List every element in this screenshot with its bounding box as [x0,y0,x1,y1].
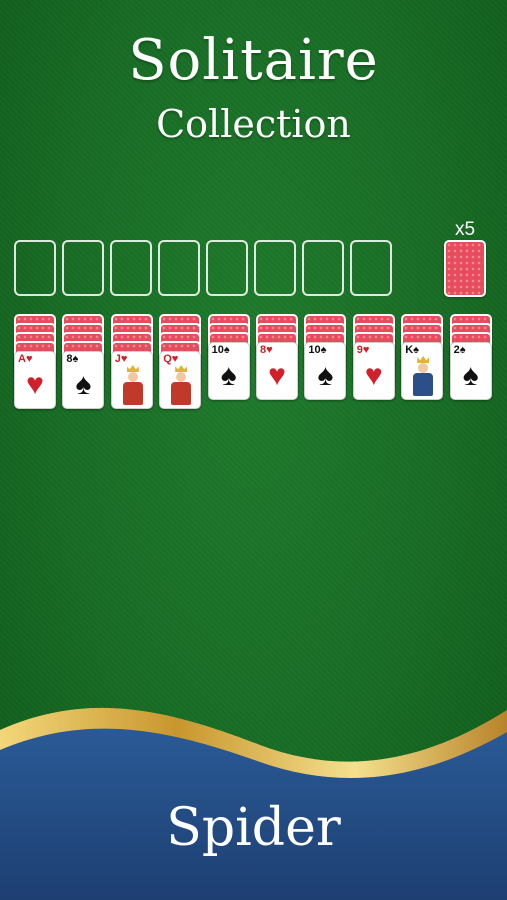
face-card-figure-icon [168,365,194,405]
spade-icon: ♠ [75,368,92,401]
foundation-slot [110,240,152,296]
spade-icon: ♠ [220,359,237,392]
heart-icon: ♥ [268,359,286,392]
card-rank: 8♠ [66,353,79,365]
face-up-card[interactable]: 10♠ ♠ [207,342,250,400]
stock-deal-count: x5 [454,219,476,240]
heart-icon: ♥ [364,359,383,392]
foundation-slot [350,240,392,296]
card-rank: 8♥ [260,344,273,356]
card-rank: Q♥ [163,353,179,365]
card-rank: 10♠ [308,344,327,356]
face-up-card[interactable]: 8♠ ♠ [62,351,105,409]
face-up-card[interactable]: 2♠ ♠ [449,342,492,400]
face-card-figure-icon [120,365,146,405]
app-title: Solitaire [128,28,379,93]
face-up-card[interactable]: A♥ ♥ [14,351,56,409]
face-up-card[interactable]: 8♥ ♥ [256,342,298,400]
foundation-slot [62,240,104,296]
game-name: Spider [166,798,341,858]
face-up-card[interactable]: 9♥ ♥ [352,342,395,400]
face-card-figure-icon [410,356,436,396]
foundation-slot [14,240,56,296]
foundation-slot [158,240,200,296]
spade-icon: ♠ [317,359,334,392]
card-rank: 10♠ [211,344,230,356]
card-rank: K♠ [405,344,419,356]
face-up-card[interactable]: J♥ [110,351,153,409]
app-subtitle: Collection [156,102,351,146]
card-rank: J♥ [114,353,128,365]
card-rank: 9♥ [356,344,370,356]
card-rank: A♥ [18,353,33,365]
footer-banner [0,707,507,900]
face-up-card[interactable]: 10♠ ♠ [304,342,347,400]
foundation-row [14,240,392,296]
card-rank: 2♠ [453,344,466,356]
foundation-slot [254,240,296,296]
foundation-slot [206,240,248,296]
heart-icon: ♥ [26,368,44,401]
stock-pile[interactable] [444,240,486,297]
spade-icon: ♠ [462,359,479,392]
face-up-card[interactable]: K♠ [401,342,444,400]
face-up-card[interactable]: Q♥ [159,351,202,409]
foundation-slot [302,240,344,296]
